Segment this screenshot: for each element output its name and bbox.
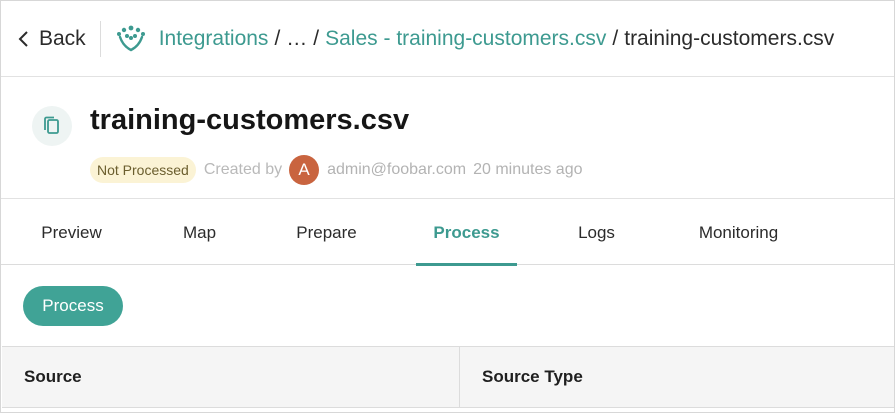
tab-preview[interactable]: Preview bbox=[21, 200, 122, 265]
breadcrumb-sales-file[interactable]: Sales - training-customers.csv bbox=[325, 27, 606, 51]
status-badge: Not Processed bbox=[90, 157, 196, 183]
tab-logs[interactable]: Logs bbox=[546, 200, 647, 265]
process-button[interactable]: Process bbox=[23, 286, 123, 326]
created-time: 20 minutes ago bbox=[473, 161, 583, 178]
tab-bar: Preview Map Prepare Process Logs Monitor… bbox=[1, 200, 894, 266]
created-by-label: Created by bbox=[203, 161, 283, 178]
table-header: Source Source Type bbox=[2, 346, 894, 408]
chevron-left-icon bbox=[18, 30, 28, 47]
breadcrumb-ellipsis[interactable]: … bbox=[286, 27, 307, 51]
page-header: training-customers.csv Not Processed Cre… bbox=[1, 78, 894, 199]
back-button[interactable]: Back bbox=[17, 19, 86, 59]
creator-email: admin@foobar.com bbox=[327, 161, 467, 178]
breadcrumb-separator: / bbox=[313, 26, 320, 50]
tab-monitoring[interactable]: Monitoring bbox=[681, 200, 796, 265]
breadcrumb-current: training-customers.csv bbox=[624, 26, 835, 50]
tab-map[interactable]: Map bbox=[149, 200, 250, 265]
tab-prepare[interactable]: Prepare bbox=[276, 200, 377, 265]
breadcrumb-bar: Back Integrations / … / Sales - training… bbox=[1, 1, 894, 77]
app-logo-icon[interactable] bbox=[115, 24, 147, 54]
file-copy-icon bbox=[32, 106, 72, 146]
app-window: Back Integrations / … / Sales - training… bbox=[0, 0, 895, 413]
breadcrumb-separator: / bbox=[274, 26, 281, 50]
breadcrumb-separator: / bbox=[612, 26, 619, 50]
file-meta: Not Processed Created by A admin@foobar.… bbox=[90, 155, 582, 185]
back-label: Back bbox=[39, 26, 86, 50]
tab-process[interactable]: Process bbox=[416, 200, 517, 266]
breadcrumb-integrations[interactable]: Integrations bbox=[159, 27, 269, 51]
breadcrumb: Integrations / … / Sales - training-cust… bbox=[159, 27, 835, 51]
divider bbox=[99, 20, 101, 57]
page-title: training-customers.csv bbox=[90, 104, 410, 136]
avatar: A bbox=[289, 155, 320, 185]
column-header-source[interactable]: Source bbox=[2, 347, 460, 407]
column-header-source-type[interactable]: Source Type bbox=[460, 347, 894, 407]
